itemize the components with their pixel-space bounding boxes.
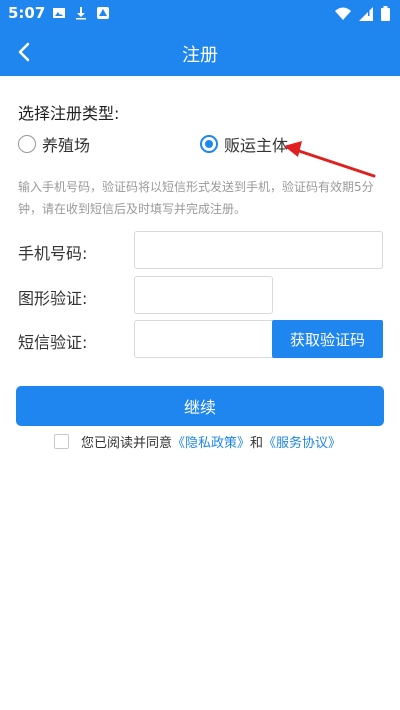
page-title: 注册 bbox=[182, 45, 218, 66]
status-icons-right bbox=[335, 6, 390, 21]
agreement-row: 您已阅读并同意 《隐私政策》 和 《服务协议》 bbox=[54, 432, 341, 451]
agreement-and: 和 bbox=[250, 436, 264, 451]
privacy-policy-link[interactable]: 《隐私政策》 bbox=[172, 432, 250, 451]
nav-bar: 注册 bbox=[0, 28, 400, 76]
image-icon bbox=[53, 8, 65, 18]
sms-code-label: 短信验证: bbox=[18, 333, 88, 352]
signal-icon bbox=[359, 6, 373, 21]
radio-option-transporter[interactable]: 贩运主体 bbox=[200, 132, 288, 156]
app-icon bbox=[97, 7, 109, 19]
captcha-label: 图形验证: bbox=[18, 289, 88, 308]
get-sms-code-button[interactable]: 获取验证码 bbox=[272, 320, 383, 358]
sms-hint-text: 输入手机号码，验证码将以短信形式发送到手机，验证码有效期5分钟，请在收到短信后及… bbox=[18, 180, 374, 216]
radio-unchecked-icon[interactable] bbox=[18, 135, 36, 153]
service-agreement-link[interactable]: 《服务协议》 bbox=[263, 432, 341, 451]
captcha-input[interactable] bbox=[134, 276, 273, 314]
radio-option-farm-label: 养殖场 bbox=[42, 136, 91, 155]
agreement-prefix: 您已阅读并同意 bbox=[81, 436, 173, 451]
radio-option-farm[interactable]: 养殖场 bbox=[18, 132, 90, 156]
agreement-checkbox[interactable] bbox=[54, 434, 69, 449]
sms-code-input[interactable] bbox=[134, 320, 274, 358]
wifi-icon bbox=[335, 7, 351, 20]
phone-label: 手机号码: bbox=[18, 244, 88, 263]
radio-checked-icon[interactable] bbox=[200, 135, 218, 153]
registration-type-label: 选择注册类型: bbox=[18, 104, 120, 123]
battery-icon bbox=[381, 6, 390, 21]
continue-button[interactable]: 继续 bbox=[16, 386, 384, 426]
download-icon bbox=[76, 7, 86, 20]
status-icons-left bbox=[52, 6, 110, 20]
status-time: 5:07 bbox=[8, 4, 46, 22]
radio-option-transporter-label: 贩运主体 bbox=[224, 136, 289, 155]
status-bar: 5:07 bbox=[0, 0, 400, 28]
phone-input[interactable] bbox=[134, 231, 383, 269]
